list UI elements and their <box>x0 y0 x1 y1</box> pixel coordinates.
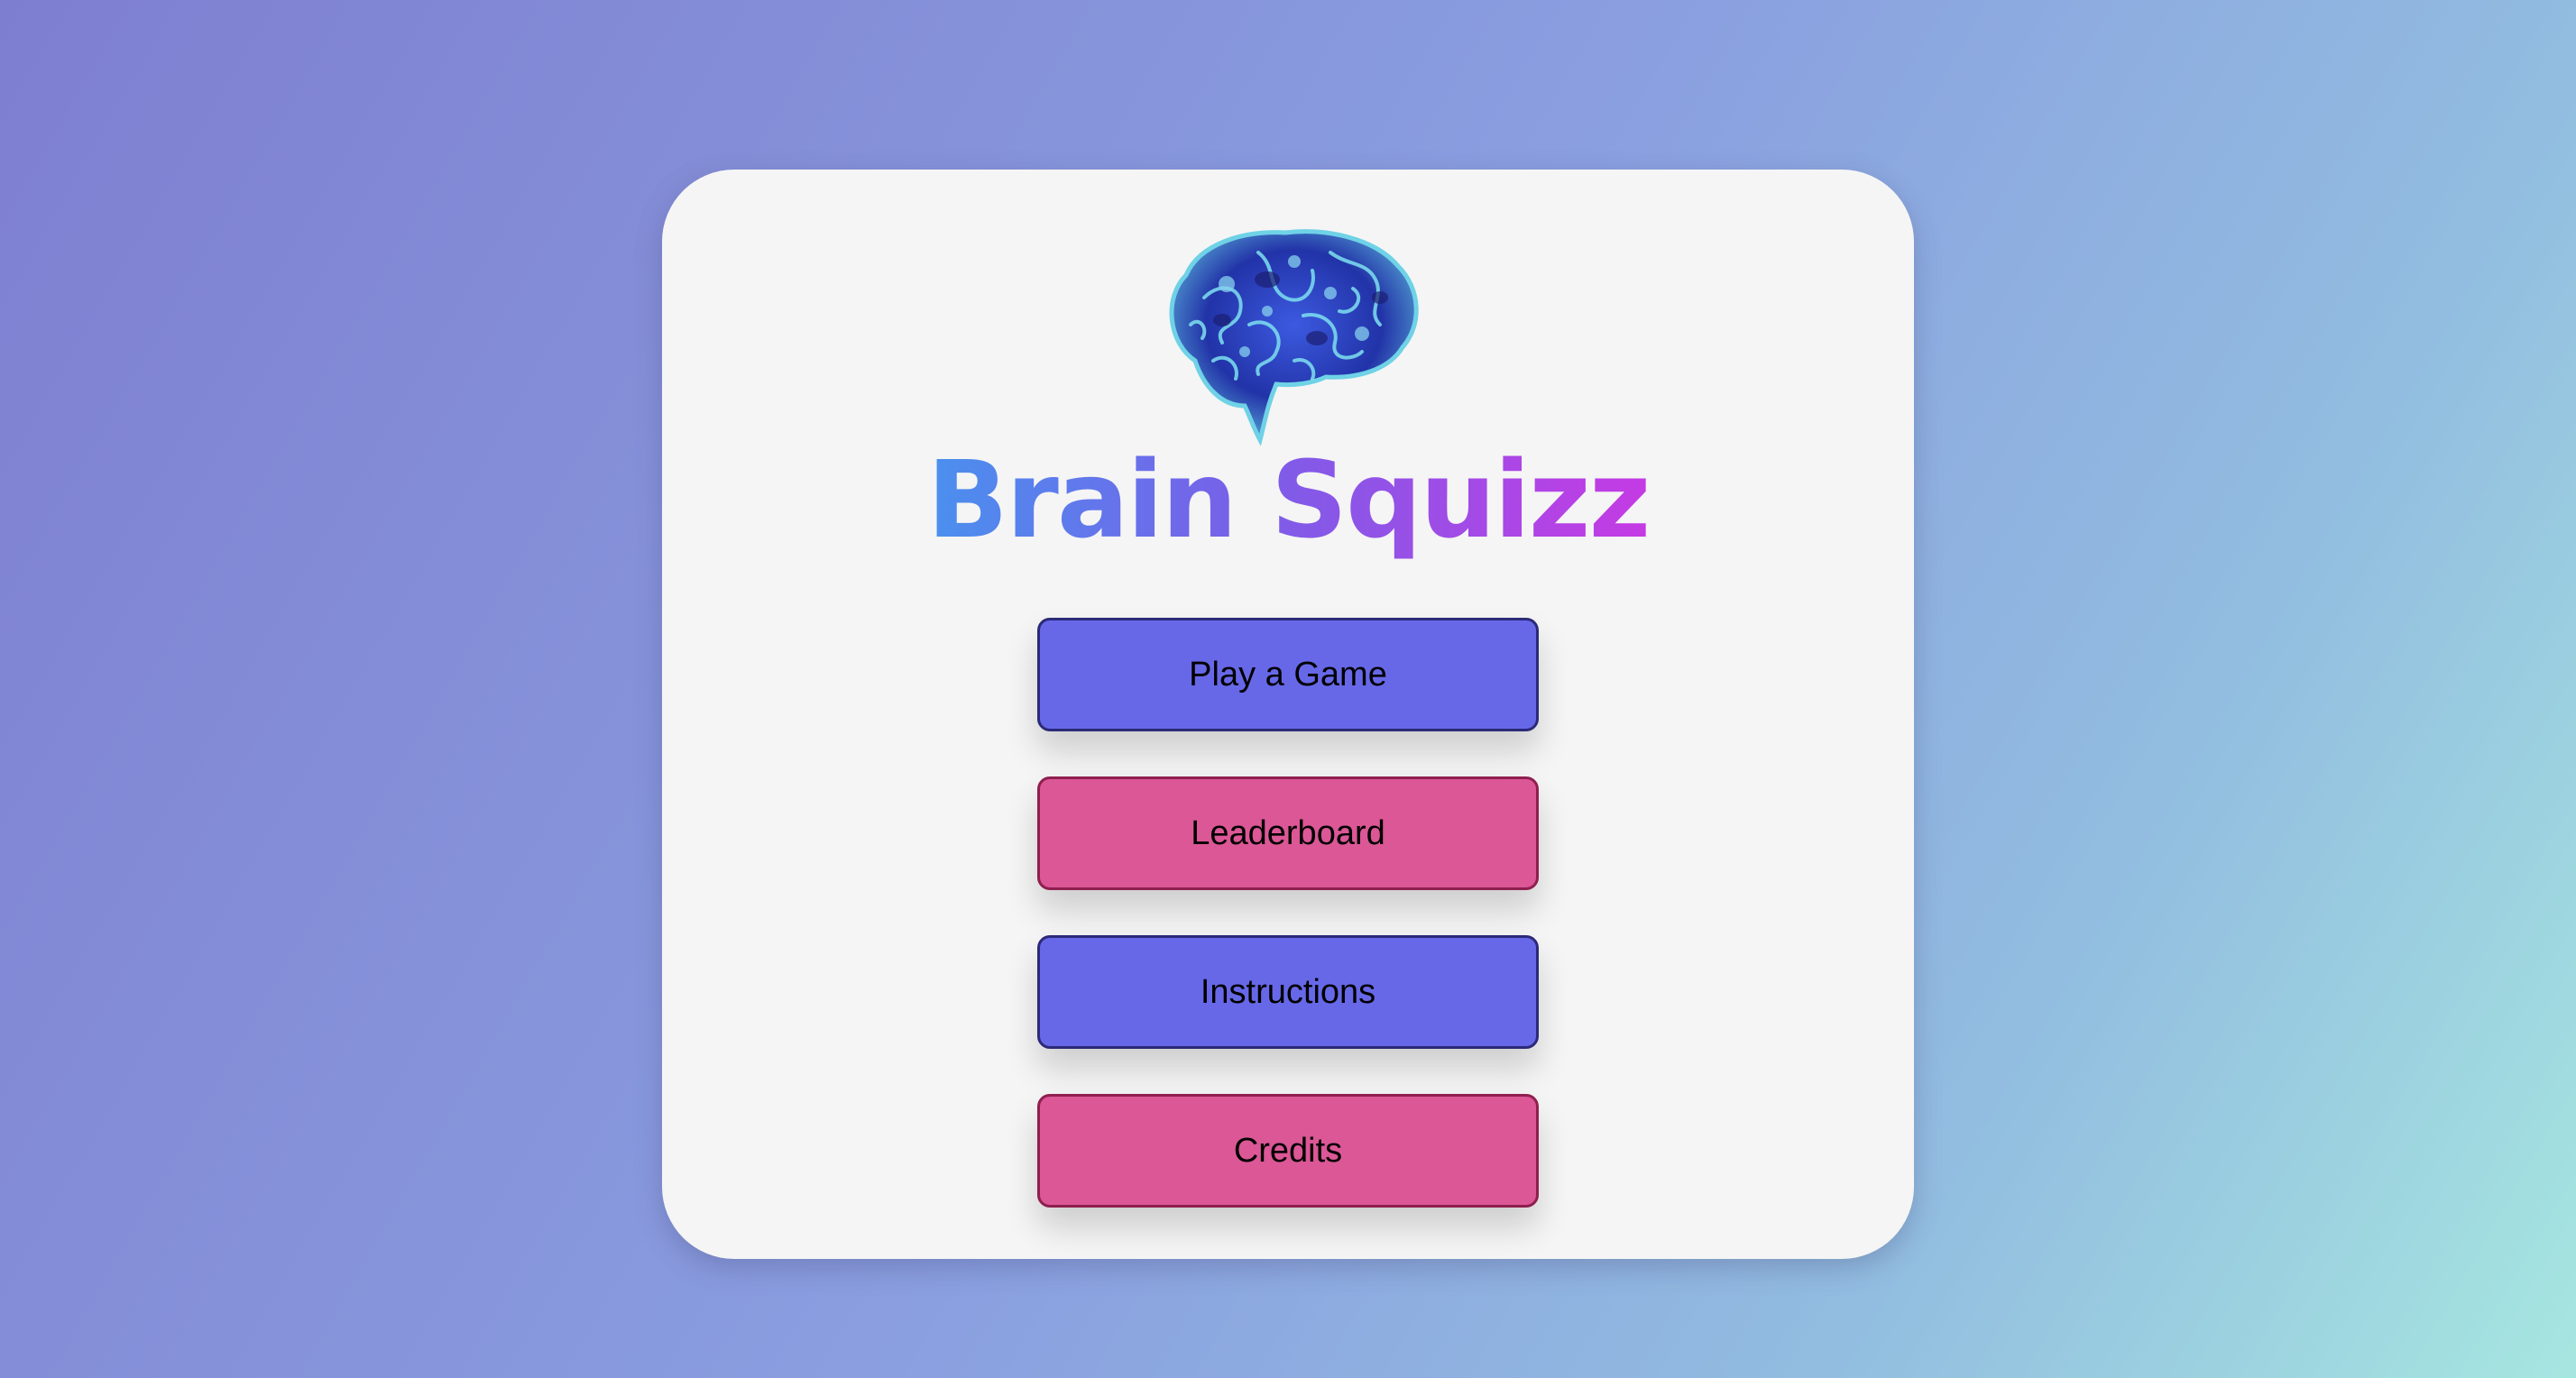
credits-button[interactable]: Credits <box>1037 1094 1539 1208</box>
play-game-button[interactable]: Play a Game <box>1037 618 1539 731</box>
leaderboard-button[interactable]: Leaderboard <box>1037 776 1539 890</box>
brain-icon <box>1159 225 1421 446</box>
app-title-text: Brain Squizz <box>926 437 1651 562</box>
page-title: Brain Squizz <box>0 436 2576 563</box>
instructions-button[interactable]: Instructions <box>1037 935 1539 1049</box>
